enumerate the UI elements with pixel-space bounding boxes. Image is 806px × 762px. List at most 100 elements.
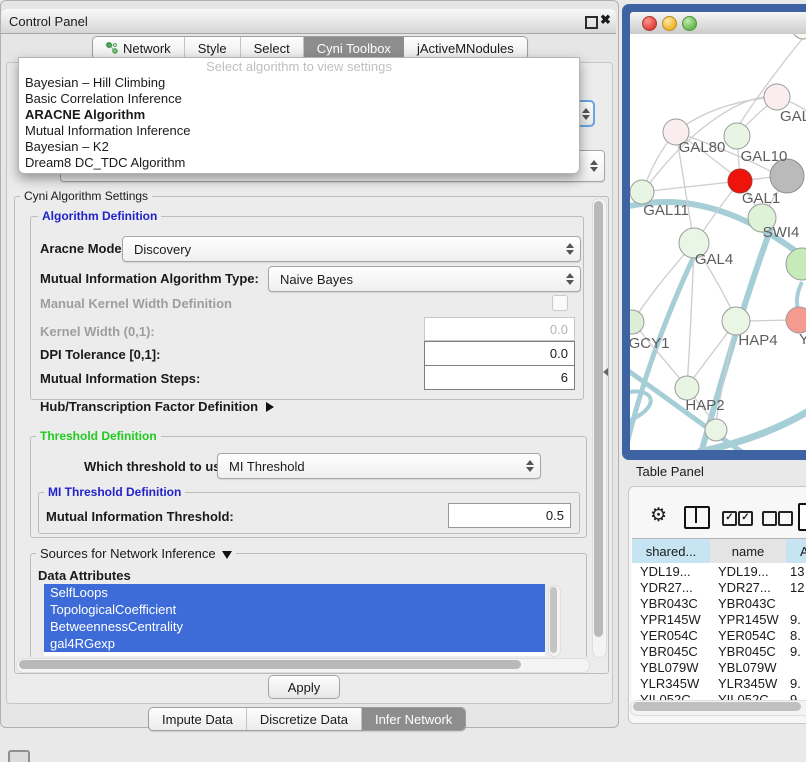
- aracne-mode-stepper-icon: [566, 243, 574, 255]
- new-table-icon[interactable]: [798, 503, 806, 531]
- table-cell[interactable]: YBR045C: [632, 643, 718, 659]
- manual-kernel-checkbox[interactable]: [552, 295, 568, 311]
- kernel-width-input[interactable]: 0.0: [424, 317, 575, 341]
- dpi-tolerance-label: DPI Tolerance [0,1]:: [40, 347, 160, 362]
- which-threshold-value: MI Threshold: [229, 459, 305, 474]
- minimized-panel-icon[interactable]: [8, 750, 30, 762]
- minimize-traffic-light-icon[interactable]: [662, 16, 677, 31]
- float-panel-icon[interactable]: [585, 16, 598, 29]
- table-cell[interactable]: YDL19...: [710, 563, 794, 579]
- which-threshold-stepper-icon: [526, 460, 534, 472]
- list-item-selected[interactable]: gal4RGexp: [44, 635, 545, 652]
- tab-select[interactable]: Select: [241, 37, 304, 59]
- network-node[interactable]: [705, 419, 727, 441]
- tab-discretize-data[interactable]: Discretize Data: [247, 708, 362, 730]
- network-node[interactable]: [764, 84, 790, 110]
- table-cell[interactable]: YLR345W: [632, 675, 718, 691]
- control-panel-title: Control Panel: [9, 14, 88, 29]
- hub-section-toggle[interactable]: Hub/Transcription Factor Definition: [40, 399, 274, 414]
- table-cell[interactable]: [786, 659, 806, 675]
- deselect-all-checkbox-icon[interactable]: [762, 511, 777, 526]
- kernel-width-value: 0.0: [550, 322, 568, 337]
- list-item-selected[interactable]: TopologicalCoefficient: [44, 601, 545, 618]
- network-canvas[interactable]: GAL80 GAL10 GAL1 GAL11 SWI4 GAL4 GCY1 HA…: [630, 34, 806, 450]
- table-cell[interactable]: YBR043C: [710, 595, 794, 611]
- table-cell[interactable]: YER054C: [710, 627, 794, 643]
- table-cell[interactable]: YPR145W: [632, 611, 718, 627]
- tab-jactivemnodules[interactable]: jActiveMNodules: [404, 37, 527, 59]
- table-panel-title: Table Panel: [636, 464, 704, 479]
- table-cell[interactable]: 9.: [786, 643, 806, 659]
- splitter-collapse-icon[interactable]: [603, 368, 608, 376]
- attributes-list-scrollbar-thumb[interactable]: [550, 587, 557, 653]
- tab-impute-data[interactable]: Impute Data: [149, 708, 247, 730]
- algorithm-option[interactable]: Basic Correlation Inference: [19, 91, 579, 107]
- column-header-name[interactable]: name: [710, 538, 787, 564]
- column-header-label: A: [800, 544, 806, 559]
- algorithm-option-selected[interactable]: ARACNE Algorithm: [19, 107, 579, 123]
- mi-threshold-group-title: MI Threshold Definition: [44, 486, 185, 499]
- network-node-gcy1[interactable]: [630, 310, 644, 334]
- table-cell[interactable]: YDR27...: [632, 579, 718, 595]
- table-settings-gear-icon[interactable]: ⚙: [650, 504, 667, 527]
- list-item-selected[interactable]: SelfLoops: [44, 584, 545, 601]
- mi-threshold-input[interactable]: 0.5: [448, 503, 571, 528]
- select-all-checkbox-icon[interactable]: ✓: [722, 511, 737, 526]
- network-node-hap4[interactable]: [722, 307, 750, 335]
- node-label: SWI4: [763, 224, 800, 241]
- mi-type-combo[interactable]: Naive Bayes: [268, 266, 581, 292]
- table-cell[interactable]: YLR345W: [710, 675, 794, 691]
- table-cell[interactable]: YBR043C: [632, 595, 718, 611]
- zoom-traffic-light-icon[interactable]: [682, 16, 697, 31]
- table-cell[interactable]: 8.: [786, 627, 806, 643]
- which-threshold-combo[interactable]: MI Threshold: [217, 453, 541, 479]
- node-label: GCY1: [630, 335, 669, 352]
- dpi-tolerance-input[interactable]: 0.0: [424, 341, 575, 366]
- settings-horizontal-scrollbar-thumb[interactable]: [19, 660, 521, 669]
- sources-group-title[interactable]: Sources for Network Inference: [36, 547, 236, 560]
- table-cell[interactable]: YBR045C: [710, 643, 794, 659]
- table-cell[interactable]: 9.: [786, 675, 806, 691]
- table-horizontal-scrollbar-thumb[interactable]: [633, 702, 801, 711]
- select-all-checkbox-icon[interactable]: ✓: [738, 511, 753, 526]
- tab-cyni-toolbox[interactable]: Cyni Toolbox: [304, 37, 404, 59]
- column-header-partial[interactable]: A: [786, 538, 806, 564]
- close-traffic-light-icon[interactable]: [642, 16, 657, 31]
- table-cell[interactable]: 12: [786, 579, 806, 595]
- split-table-icon[interactable]: [684, 506, 710, 529]
- tab-cyni-toolbox-label: Cyni Toolbox: [317, 41, 391, 56]
- table-cell[interactable]: 13: [786, 563, 806, 579]
- algorithm-option[interactable]: Dream8 DC_TDC Algorithm: [19, 155, 579, 171]
- table-cell[interactable]: YDR27...: [710, 579, 794, 595]
- network-node[interactable]: [792, 34, 806, 39]
- table-cell[interactable]: 9.: [786, 611, 806, 627]
- selector-stepper-icon[interactable]: [590, 160, 598, 172]
- close-panel-icon[interactable]: ✖: [600, 12, 611, 28]
- deselect-all-checkbox-icon[interactable]: [778, 511, 793, 526]
- network-node[interactable]: [786, 248, 806, 280]
- table-cell[interactable]: YBL079W: [710, 659, 794, 675]
- table-cell[interactable]: YDL19...: [632, 563, 718, 579]
- node-label: GAL80: [679, 139, 726, 156]
- mi-steps-input[interactable]: 6: [424, 365, 575, 390]
- algorithm-option[interactable]: Bayesian – K2: [19, 139, 579, 155]
- table-cell[interactable]: YER054C: [632, 627, 718, 643]
- node-label: GAL: [780, 108, 806, 125]
- network-node-gal11[interactable]: [630, 180, 654, 204]
- aracne-mode-combo[interactable]: Discovery: [122, 236, 581, 262]
- settings-vertical-scrollbar-thumb[interactable]: [594, 201, 603, 637]
- algorithm-option[interactable]: Mutual Information Inference: [19, 123, 579, 139]
- algorithm-option[interactable]: Bayesian – Hill Climbing: [19, 75, 579, 91]
- tab-network[interactable]: Network: [93, 37, 185, 59]
- table-cell[interactable]: YBL079W: [632, 659, 718, 675]
- list-item-selected[interactable]: BetweennessCentrality: [44, 618, 545, 635]
- hub-section-label: Hub/Transcription Factor Definition: [40, 399, 258, 414]
- network-node-gal10[interactable]: [724, 123, 750, 149]
- network-node-salmon[interactable]: [786, 307, 806, 333]
- column-header-shared-name[interactable]: shared...: [632, 538, 711, 564]
- table-cell[interactable]: [786, 595, 806, 611]
- tab-style[interactable]: Style: [185, 37, 241, 59]
- table-cell[interactable]: YPR145W: [710, 611, 794, 627]
- tab-infer-network[interactable]: Infer Network: [362, 708, 465, 730]
- apply-button[interactable]: Apply: [268, 675, 340, 699]
